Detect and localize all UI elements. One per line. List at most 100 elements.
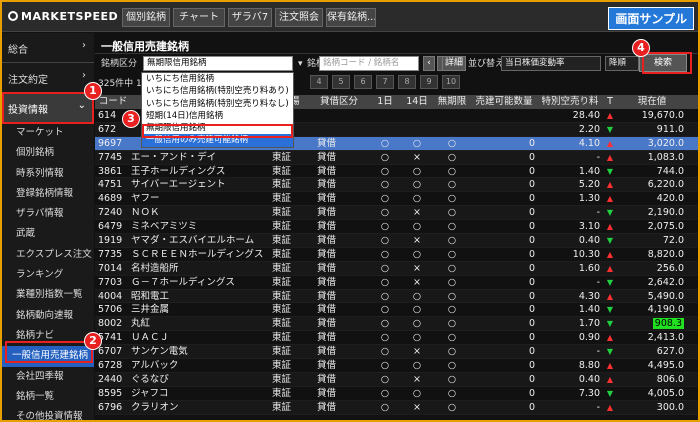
column-header[interactable]: 売建可能数量	[473, 95, 535, 109]
cell-fee: -	[596, 346, 600, 358]
column-header[interactable]: 貸借区分	[317, 95, 361, 109]
cell-code: 4004	[98, 290, 123, 302]
column-header[interactable]: 現在値	[620, 95, 684, 109]
sidebar-item-orders[interactable]: 注文約定 ›	[2, 63, 94, 93]
stock-search-input[interactable]: 銘柄コード / 銘柄名	[319, 56, 419, 71]
toolbar-button-stock[interactable]: 個別銘柄	[122, 8, 170, 27]
page-button[interactable]: 6	[354, 75, 372, 89]
cell-fee: 1.40	[578, 165, 600, 177]
sidebar-submenu: マーケット 個別銘柄 時系列情報 登録銘柄情報 ザラバ情報 武蔵 エクスプレス注文 ランキング…	[2, 123, 94, 420]
toolbar-button-orders[interactable]: 注文照会	[275, 8, 323, 27]
sidebar-subitem[interactable]: 武蔵	[2, 224, 94, 244]
page-button[interactable]: 9	[420, 75, 438, 89]
table-row[interactable]: 6707 サンケン電気 東証 貸借 ○ × ○ 0 - ▼ 627.0	[95, 345, 698, 360]
sidebar-subitem[interactable]: 個別銘柄	[2, 143, 94, 163]
table-row[interactable]: 3861 王子ホールディングス 東証 貸借 ○ ○ ○ 0 1.40 ▼ 744.0	[95, 165, 698, 179]
up-arrow-icon: ▲	[606, 180, 614, 190]
dropdown-option[interactable]: いちにち信用銘柄	[142, 73, 293, 85]
cell-name: サイバーエージェント	[131, 179, 226, 191]
cell-d1: ○	[380, 193, 390, 205]
sidebar-subitem[interactable]: 業種別指数一覧	[2, 285, 94, 305]
cell-code: 5741	[98, 332, 123, 344]
dropdown-option[interactable]: 短期(14日)信用銘柄	[142, 110, 293, 122]
sidebar-subitem[interactable]: エクスプレス注文	[2, 245, 94, 265]
cell-type: 貸借	[317, 262, 337, 274]
cell-name: 王子ホールディングス	[131, 165, 226, 177]
page-button[interactable]: 8	[398, 75, 416, 89]
dropdown-option[interactable]: いちにち信用銘柄(特別空売り料あり)	[142, 85, 293, 97]
cell-unl: ○	[447, 221, 457, 233]
cell-unl: ○	[447, 193, 457, 205]
dropdown-caret-icon[interactable]: ▾	[298, 56, 303, 72]
cell-code: 4751	[98, 179, 123, 191]
sidebar-subitem[interactable]: 登録銘柄情報	[2, 184, 94, 204]
table-row[interactable]: 1919 ヤマダ・エスバイエルホーム 東証 貸借 ○ × ○ 0 0.40 ▼ 72.0	[95, 234, 698, 248]
page-button[interactable]: 7	[376, 75, 394, 89]
search-button[interactable]: 検索	[639, 54, 687, 72]
column-header[interactable]: コード	[98, 95, 128, 109]
prev-button[interactable]: ‹	[423, 56, 435, 71]
table-row[interactable]: 5741 ＵＡＣＪ 東証 貸借 ○ ○ ○ 0 0.90 ▲ 2,413.0	[95, 331, 698, 346]
table-row[interactable]: 6479 ミネベアミツミ 東証 貸借 ○ ○ ○ 0 3.10 ▲ 2,075.0	[95, 220, 698, 235]
sidebar-item-overview[interactable]: 総合 ›	[2, 33, 94, 63]
cell-code: 8595	[98, 387, 123, 399]
sidebar-subitem[interactable]: ランキング	[2, 265, 94, 285]
stock-category-select[interactable]: 無期限信用銘柄	[143, 56, 293, 71]
cell-unl: ○	[447, 179, 457, 191]
cell-d1: ○	[380, 151, 390, 163]
table-row[interactable]: 4689 ヤフー 東証 貸借 ○ ○ ○ 0 1.30 ▲ 420.0	[95, 192, 698, 207]
sidebar-subitem[interactable]: 時系列情報	[2, 164, 94, 184]
cell-unl: ○	[447, 304, 457, 316]
cell-fee: 4.30	[578, 290, 600, 302]
sidebar-item-investment-info[interactable]: 投資情報 ⌄	[2, 93, 94, 123]
cell-code: 8002	[98, 318, 123, 330]
cell-market: 東証	[272, 235, 292, 247]
cell-code: 6707	[98, 346, 123, 358]
toolbar-button-holdings[interactable]: 保有銘柄...	[326, 8, 376, 27]
table-row[interactable]: 7745 エー・アンド・デイ 東証 貸借 ○ × ○ 0 - ▲ 1,083.0	[95, 150, 698, 165]
column-header[interactable]: 特別空売り料	[540, 95, 600, 109]
sidebar-subitem[interactable]: 一般信用売建銘柄	[2, 346, 94, 367]
table-row[interactable]: 2440 ぐるなび 東証 貸借 ○ × ○ 0 0.40 ▲ 806.0	[95, 372, 698, 387]
sidebar-subitem[interactable]: マーケット	[2, 123, 94, 143]
toolbar-button-zaraba[interactable]: ザラバ7	[228, 8, 272, 27]
column-header[interactable]: 無期限	[435, 95, 469, 109]
sort-select[interactable]: 当日株価変動率	[501, 56, 601, 71]
table-row[interactable]: 7240 ＮＯＫ 東証 貸借 ○ × ○ 0 - ▼ 2,190.0	[95, 206, 698, 221]
sidebar-subitem[interactable]: 銘柄一覧	[2, 387, 94, 407]
table-row[interactable]: 7735 ＳＣＲＥＥＮホールディングス 東証 貸借 ○ ○ ○ 0 10.30 ▲ 8,820.0	[95, 248, 698, 262]
cell-d1: ○	[380, 207, 390, 219]
page-button[interactable]: 5	[332, 75, 350, 89]
order-select[interactable]: 降順	[605, 56, 639, 71]
column-header[interactable]: T	[603, 95, 617, 109]
sidebar-subitem[interactable]: ザラバ情報	[2, 204, 94, 224]
cell-price: 256.0	[656, 262, 684, 274]
sidebar-subitem[interactable]: 銘柄動向速報	[2, 306, 94, 326]
toolbar-button-chart[interactable]: チャート	[173, 8, 225, 27]
cell-unl: ○	[447, 137, 457, 149]
table-row[interactable]: 4004 昭和電工 東証 貸借 ○ ○ ○ 0 4.30 ▲ 5,490.0	[95, 289, 698, 304]
page-button[interactable]: 10	[442, 75, 460, 89]
detail-button[interactable]: 詳細	[442, 56, 466, 71]
table-row[interactable]: 5706 三井金属 東証 貸借 ○ ○ ○ 0 1.40 ▼ 4,190.0	[95, 303, 698, 318]
sidebar-subitem[interactable]: 会社四季報	[2, 367, 94, 387]
table-row[interactable]: 7703 Ｇ－７ホールディングス 東証 貸借 ○ × ○ 0 - ▼ 2,642.0	[95, 276, 698, 290]
sidebar-subitem[interactable]: その他投資情報	[2, 407, 94, 420]
dropdown-option[interactable]: 無期限信用銘柄	[142, 122, 293, 134]
page-button[interactable]: 4	[310, 75, 328, 89]
up-arrow-icon: ▲	[606, 361, 614, 371]
table-row[interactable]: 6728 アルバック 東証 貸借 ○ ○ ○ 0 8.80 ▲ 4,495.0	[95, 359, 698, 373]
sidebar-subitem[interactable]: 銘柄ナビ	[2, 326, 94, 346]
cell-qty: 0	[528, 137, 535, 149]
column-header[interactable]: 14日	[404, 95, 430, 109]
cell-price: 420.0	[656, 193, 684, 205]
table-row[interactable]: 8002 丸紅 東証 貸借 ○ ○ ○ 0 1.70 ▼ 908.3	[95, 317, 698, 332]
cell-code: 5706	[98, 304, 123, 316]
dropdown-option[interactable]: 一般信用のみ売建可能銘柄	[142, 134, 293, 147]
table-row[interactable]: 4751 サイバーエージェント 東証 貸借 ○ ○ ○ 0 5.20 ▲ 6,220.0	[95, 178, 698, 193]
table-row[interactable]: 8595 ジャフコ 東証 貸借 ○ ○ ○ 0 7.30 ▼ 4,005.0	[95, 387, 698, 401]
dropdown-option[interactable]: いちにち信用銘柄(特別空売り料なし)	[142, 98, 293, 110]
table-row[interactable]: 6796 クラリオン 東証 貸借 ○ × ○ 0 - ▲ 300.0	[95, 400, 698, 415]
column-header[interactable]: 1日	[373, 95, 397, 109]
table-row[interactable]: 7014 名村造船所 東証 貸借 ○ × ○ 0 1.60 ▲ 256.0	[95, 261, 698, 276]
